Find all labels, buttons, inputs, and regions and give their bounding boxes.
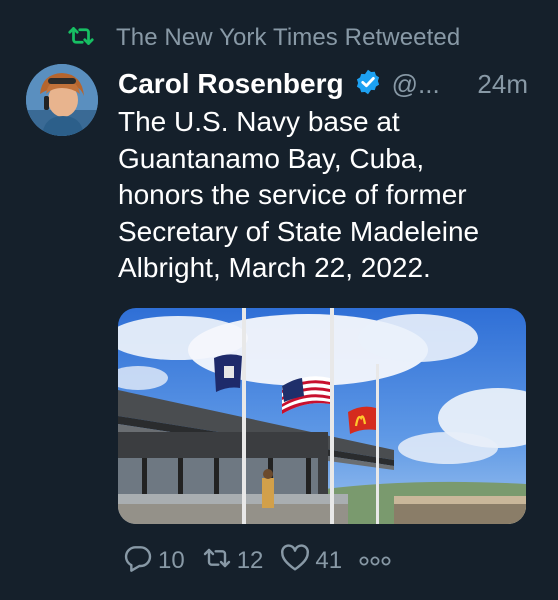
retweet-count: 12 (236, 547, 264, 574)
author-name[interactable]: Carol Rosenberg (118, 68, 344, 100)
like-icon (279, 542, 311, 581)
tweet-actions: 10 12 41 (118, 543, 392, 579)
like-count: 41 (315, 547, 343, 574)
reply-icon (122, 542, 154, 581)
tweet-header: Carol Rosenberg @... 24m (118, 66, 528, 102)
retweet-icon (66, 21, 96, 56)
avatar[interactable] (26, 64, 98, 136)
like-button[interactable]: 41 (275, 542, 342, 581)
retweet-label: The New York Times Retweeted (116, 24, 461, 51)
more-icon (358, 547, 392, 575)
tweet-media-photo[interactable] (118, 308, 526, 524)
author-handle[interactable]: @... (392, 69, 440, 100)
retweet-button[interactable]: 12 (197, 542, 264, 581)
retweet-context[interactable]: The New York Times Retweeted (66, 22, 460, 54)
reply-count: 10 (158, 547, 185, 574)
reply-button[interactable]: 10 (118, 542, 185, 581)
retweet-icon (201, 542, 233, 581)
verified-badge-icon (344, 68, 382, 101)
tweet-body: The U.S. Navy base at Guantanamo Bay, Cu… (118, 106, 480, 283)
tweet-timestamp[interactable]: 24m (477, 69, 528, 100)
more-options-button[interactable] (354, 547, 392, 575)
